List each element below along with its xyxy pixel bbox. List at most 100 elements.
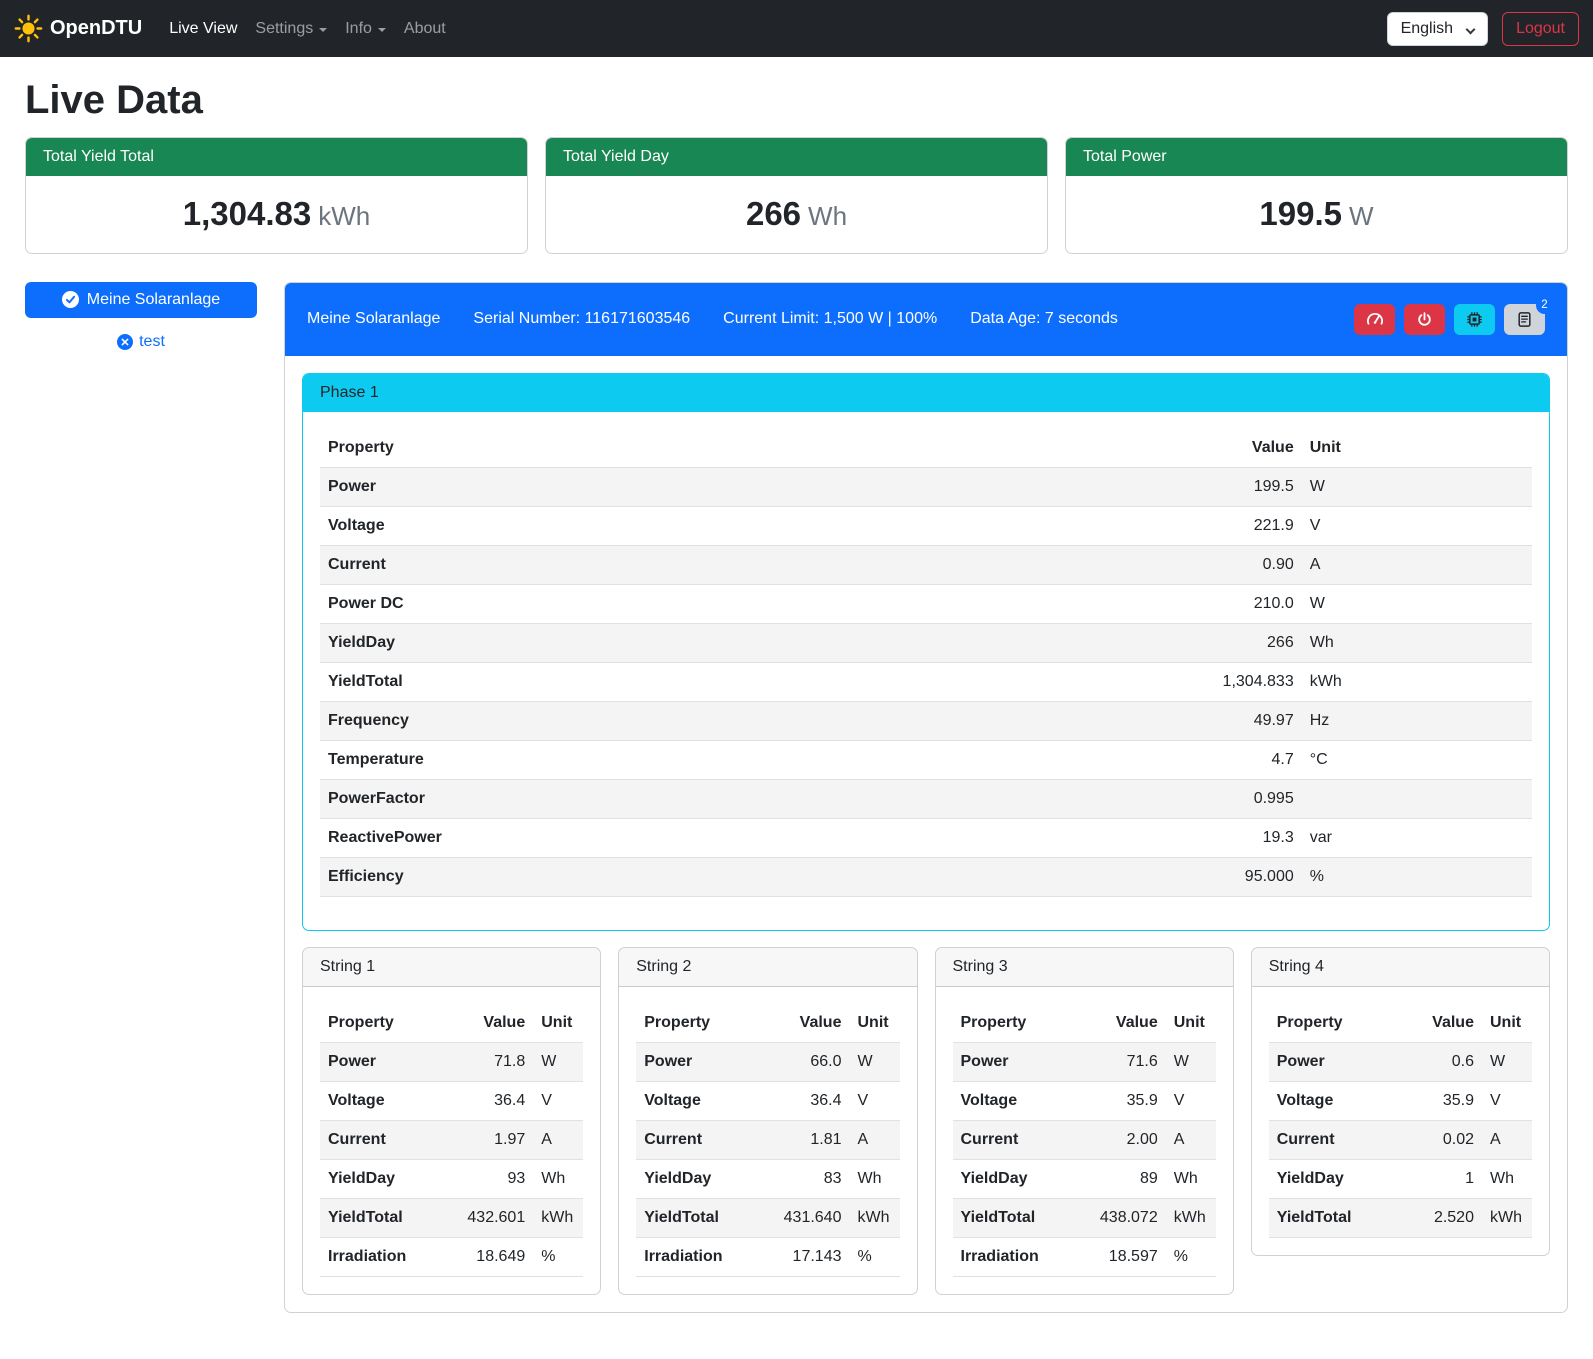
language-select[interactable]: English xyxy=(1387,12,1488,46)
device-info-button[interactable] xyxy=(1454,304,1495,335)
col-header-unit: Unit xyxy=(1166,1004,1216,1043)
table-row: YieldDay83Wh xyxy=(636,1159,899,1198)
col-header-value: Value xyxy=(1072,1004,1166,1043)
card-body: 1,304.83kWh xyxy=(26,176,527,253)
table-row: ReactivePower19.3var xyxy=(320,818,1532,857)
property-cell: YieldTotal xyxy=(1269,1198,1399,1237)
card-unit: kWh xyxy=(318,201,370,231)
unit-cell: kWh xyxy=(533,1198,583,1237)
logout-button[interactable]: Logout xyxy=(1502,12,1579,46)
unit-cell: kWh xyxy=(1302,662,1532,701)
unit-cell xyxy=(1302,779,1532,818)
property-cell: YieldDay xyxy=(636,1159,756,1198)
brand-name: OpenDTU xyxy=(50,17,142,40)
nav-info[interactable]: Info xyxy=(336,12,395,46)
nav-about[interactable]: About xyxy=(395,12,455,46)
string-card-title: String 1 xyxy=(303,948,600,987)
table-row: Current1.81A xyxy=(636,1120,899,1159)
table-row: Current0.02A xyxy=(1269,1120,1532,1159)
col-header-value: Value xyxy=(1399,1004,1482,1043)
table-row: Current1.97A xyxy=(320,1120,583,1159)
brand[interactable]: OpenDTU xyxy=(14,14,142,43)
limit-settings-button[interactable] xyxy=(1354,304,1395,335)
property-cell: Current xyxy=(636,1120,756,1159)
unit-cell: V xyxy=(533,1081,583,1120)
event-log-button[interactable]: 2 xyxy=(1504,304,1545,335)
unit-cell: A xyxy=(1302,545,1532,584)
value-cell: 1.97 xyxy=(440,1120,534,1159)
card-unit: Wh xyxy=(808,201,847,231)
table-header-row: Property Value Unit xyxy=(636,1004,899,1043)
value-cell: 1,304.833 xyxy=(907,662,1301,701)
property-cell: Current xyxy=(1269,1120,1399,1159)
property-cell: Irradiation xyxy=(953,1237,1073,1276)
power-button[interactable] xyxy=(1404,304,1445,335)
value-cell: 18.597 xyxy=(1072,1237,1166,1276)
table-header-row: Property Value Unit xyxy=(1269,1004,1532,1043)
value-cell: 431.640 xyxy=(756,1198,850,1237)
property-cell: YieldDay xyxy=(953,1159,1073,1198)
property-cell: Power xyxy=(636,1042,756,1081)
inverter-name: Meine Solaranlage xyxy=(307,310,440,328)
table-row: Voltage35.9V xyxy=(953,1081,1216,1120)
property-cell: Voltage xyxy=(636,1081,756,1120)
unit-cell: A xyxy=(1482,1120,1532,1159)
table-row: Power DC210.0W xyxy=(320,584,1532,623)
unit-cell: % xyxy=(849,1237,899,1276)
table-row: YieldTotal1,304.833kWh xyxy=(320,662,1532,701)
inverter-panel-header: Meine Solaranlage Serial Number: 1161716… xyxy=(285,283,1567,356)
inverter-panel: Meine Solaranlage Serial Number: 1161716… xyxy=(284,282,1568,1313)
property-cell: Voltage xyxy=(320,506,907,545)
chevron-down-icon xyxy=(378,28,386,32)
phase-table: Property Value Unit Power199.5W Voltage2… xyxy=(320,429,1532,897)
table-row: Voltage221.9V xyxy=(320,506,1532,545)
table-row: Irradiation18.649% xyxy=(320,1237,583,1276)
property-cell: Power xyxy=(953,1042,1073,1081)
inverter-test-label: test xyxy=(139,333,165,351)
card-title: Total Yield Total xyxy=(26,138,527,176)
value-cell: 0.02 xyxy=(1399,1120,1482,1159)
value-cell: 17.143 xyxy=(756,1237,850,1276)
col-header-property: Property xyxy=(636,1004,756,1043)
total-yield-day-card: Total Yield Day 266Wh xyxy=(545,137,1048,254)
col-header-property: Property xyxy=(320,429,907,468)
inverter-select-label: Meine Solaranlage xyxy=(87,291,220,309)
nav-settings[interactable]: Settings xyxy=(246,12,336,46)
card-body: 199.5W xyxy=(1066,176,1567,253)
inverter-limit: Current Limit: 1,500 W | 100% xyxy=(723,310,937,328)
top-navbar: OpenDTU Live View Settings Info About En… xyxy=(0,0,1593,57)
col-header-unit: Unit xyxy=(849,1004,899,1043)
value-cell: 4.7 xyxy=(907,740,1301,779)
sun-icon xyxy=(14,14,43,43)
property-cell: Current xyxy=(320,1120,440,1159)
unit-cell: °C xyxy=(1302,740,1532,779)
value-cell: 210.0 xyxy=(907,584,1301,623)
nav-info-label: Info xyxy=(345,20,372,38)
property-cell: Efficiency xyxy=(320,857,907,896)
unit-cell: Wh xyxy=(1482,1159,1532,1198)
inverter-actions: 2 xyxy=(1354,304,1545,335)
unit-cell: Wh xyxy=(849,1159,899,1198)
value-cell: 2.520 xyxy=(1399,1198,1482,1237)
value-cell: 35.9 xyxy=(1072,1081,1166,1120)
property-cell: ReactivePower xyxy=(320,818,907,857)
value-cell: 1.81 xyxy=(756,1120,850,1159)
table-row: Current0.90A xyxy=(320,545,1532,584)
unit-cell: A xyxy=(533,1120,583,1159)
inverter-item-test[interactable]: test xyxy=(25,333,257,351)
value-cell: 199.5 xyxy=(907,467,1301,506)
table-row: Irradiation17.143% xyxy=(636,1237,899,1276)
property-cell: Voltage xyxy=(953,1081,1073,1120)
property-cell: Power xyxy=(320,467,907,506)
property-cell: YieldTotal xyxy=(953,1198,1073,1237)
col-header-value: Value xyxy=(907,429,1301,468)
property-cell: YieldTotal xyxy=(320,1198,440,1237)
inverter-select-button[interactable]: Meine Solaranlage xyxy=(25,282,257,318)
value-cell: 18.649 xyxy=(440,1237,534,1276)
inverter-serial: Serial Number: 116171603546 xyxy=(473,310,690,328)
unit-cell: W xyxy=(1166,1042,1216,1081)
table-row: Voltage36.4V xyxy=(320,1081,583,1120)
property-cell: YieldTotal xyxy=(320,662,907,701)
table-row: YieldTotal431.640kWh xyxy=(636,1198,899,1237)
nav-live-view[interactable]: Live View xyxy=(160,12,246,46)
